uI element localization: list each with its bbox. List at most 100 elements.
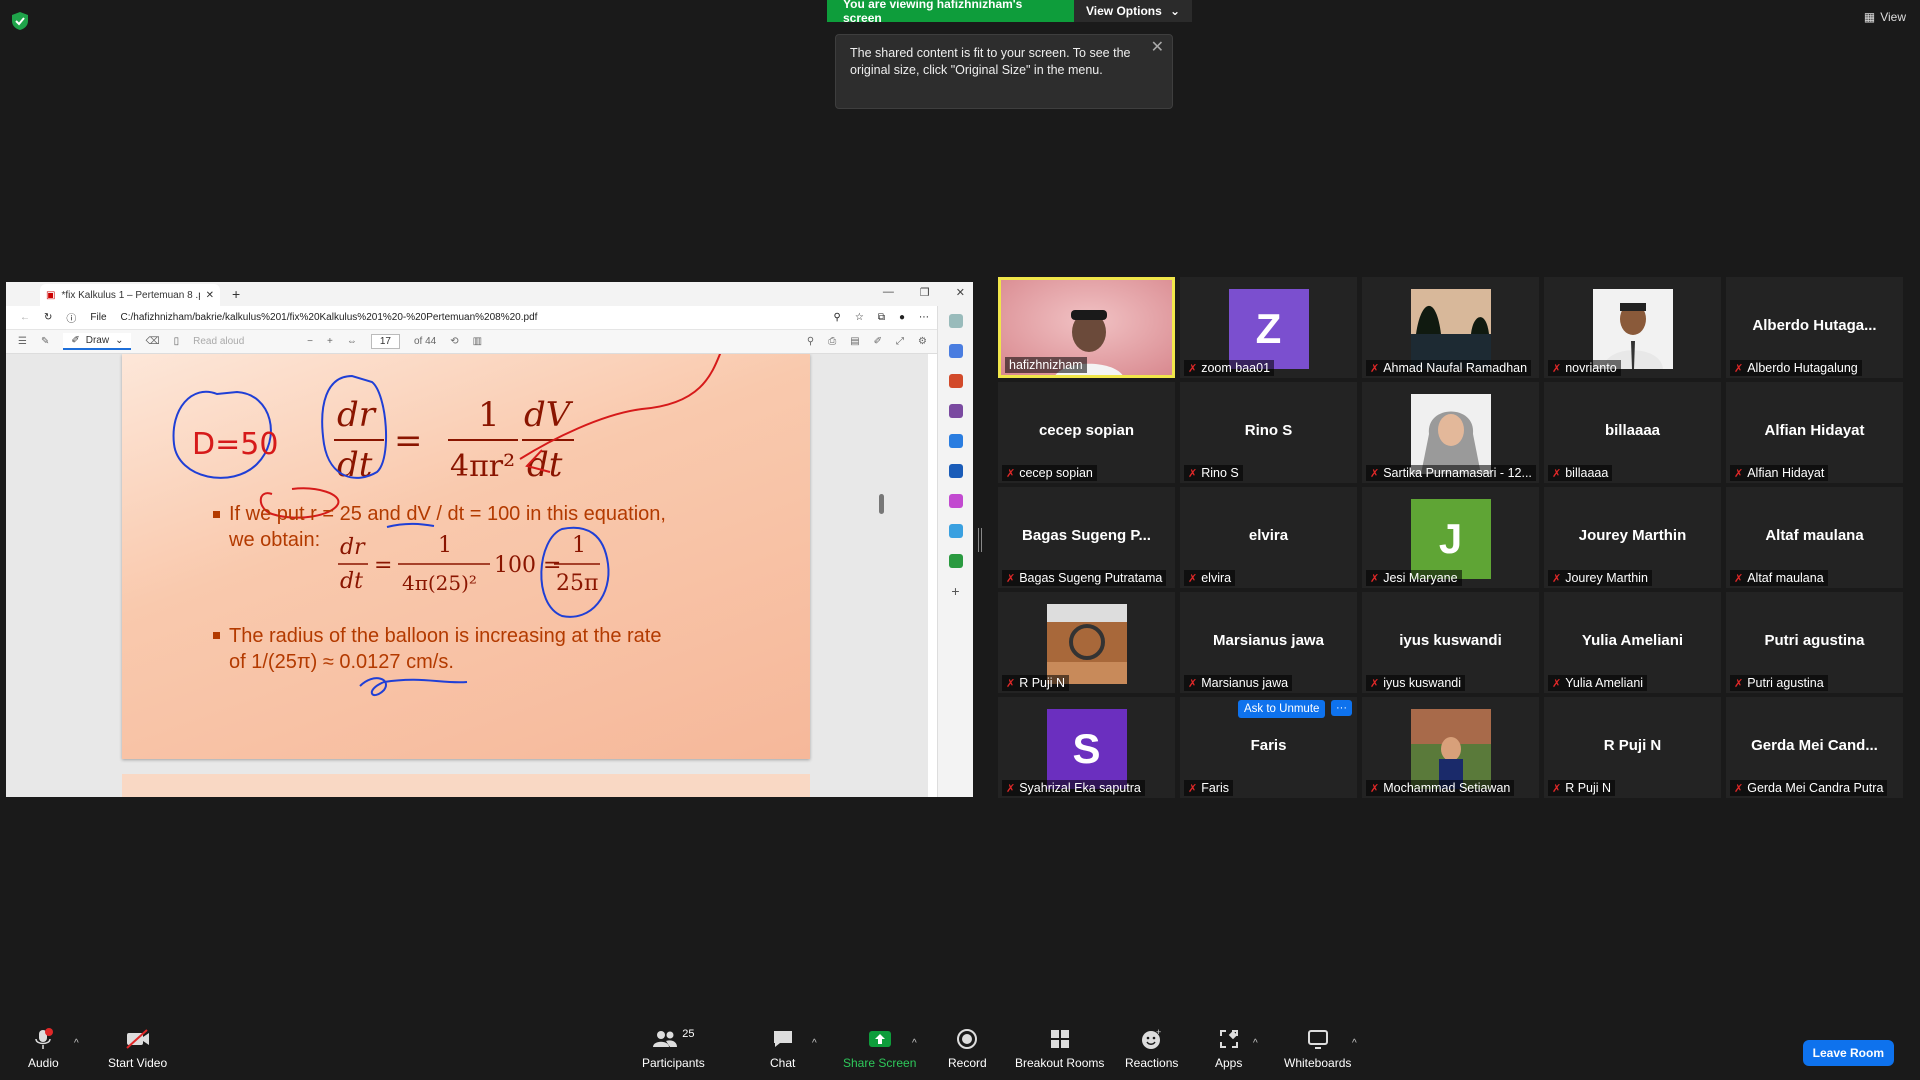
participant-tile[interactable]: J ✗ Jesi Maryane	[1362, 487, 1539, 588]
apps-button[interactable]: Apps	[1215, 1028, 1242, 1070]
leave-room-button[interactable]: Leave Room	[1802, 1040, 1894, 1066]
fullscreen-icon[interactable]: ⤢	[896, 336, 904, 347]
back-icon[interactable]: ←	[20, 312, 30, 323]
participant-tile[interactable]: Jourey Marthin ✗ Jourey Marthin	[1544, 487, 1721, 588]
games-icon[interactable]	[948, 404, 963, 418]
page-number-input[interactable]: 17	[370, 334, 400, 349]
participant-tile[interactable]: hafizhnizham	[998, 277, 1175, 378]
save-as-icon[interactable]: ✐	[874, 336, 882, 347]
participant-tile[interactable]: billaaaa ✗ billaaaa	[1544, 382, 1721, 483]
eraser-icon[interactable]: ⌫	[145, 336, 159, 347]
splitter-handle[interactable]	[978, 528, 982, 552]
audio-caret-icon[interactable]: ^	[74, 1038, 79, 1049]
new-tab-icon[interactable]: +	[232, 286, 240, 302]
more-options-button[interactable]: ···	[1331, 700, 1352, 716]
tree-icon[interactable]	[948, 554, 963, 568]
muted-mic-icon: ✗	[1370, 572, 1380, 585]
participant-tile[interactable]: Yulia Ameliani ✗ Yulia Ameliani	[1544, 592, 1721, 693]
outlook-icon[interactable]	[948, 464, 963, 478]
participant-label: ✗ Jesi Maryane	[1366, 570, 1462, 586]
whiteboards-button[interactable]: Whiteboards	[1284, 1028, 1351, 1070]
scrollbar[interactable]	[879, 494, 884, 514]
share-screen-button[interactable]: Share Screen	[843, 1028, 916, 1070]
zoom-in-icon[interactable]: +	[327, 336, 333, 347]
window-controls: — ❐ ✕	[883, 286, 965, 299]
share-screen-icon	[867, 1028, 893, 1050]
participant-tile[interactable]: cecep sopian ✗ cecep sopian	[998, 382, 1175, 483]
zoom-icon[interactable]: ⚲	[834, 312, 841, 323]
participant-name-display: Marsianus jawa	[1213, 632, 1324, 649]
participant-tile[interactable]: R Puji N ✗ R Puji N	[1544, 697, 1721, 798]
save-icon[interactable]: ▤	[850, 336, 859, 347]
rotate-icon[interactable]: ⟲	[450, 336, 458, 347]
profile-icon[interactable]: ●	[899, 312, 905, 323]
participant-tile[interactable]: Marsianus jawa ✗ Marsianus jawa	[1180, 592, 1357, 693]
search-icon[interactable]	[948, 314, 963, 328]
collections-icon[interactable]: ⧉	[878, 312, 885, 323]
record-button[interactable]: Record	[948, 1028, 987, 1070]
eq2-r-den: 25π	[556, 571, 598, 596]
participants-button[interactable]: 25 Participants	[642, 1028, 705, 1070]
settings-icon[interactable]: ⚙	[918, 336, 927, 347]
read-aloud-button[interactable]: Read aloud	[193, 336, 293, 347]
participant-tile[interactable]: elvira ✗ elvira	[1180, 487, 1357, 588]
print-icon[interactable]: ⎙	[828, 336, 836, 347]
add-icon[interactable]: +	[949, 584, 963, 598]
participant-tile[interactable]: Alfian Hidayat ✗ Alfian Hidayat	[1726, 382, 1903, 483]
minimize-icon[interactable]: —	[883, 286, 894, 299]
close-tab-icon[interactable]: ✕	[206, 290, 214, 301]
search-icon[interactable]: ⚲	[807, 336, 814, 347]
reactions-button[interactable]: + Reactions	[1125, 1028, 1178, 1070]
chat-button[interactable]: Chat	[770, 1028, 795, 1070]
shopping-icon[interactable]	[948, 344, 963, 358]
participant-tile[interactable]: Alberdo Hutaga... ✗ Alberdo Hutagalung	[1726, 277, 1903, 378]
fit-page-icon[interactable]: ⇔	[347, 336, 357, 347]
breakout-rooms-button[interactable]: Breakout Rooms	[1015, 1028, 1104, 1070]
audio-button[interactable]: Audio	[28, 1028, 59, 1070]
participant-tile[interactable]: ✗ Mochammad Setiawan	[1362, 697, 1539, 798]
apps-caret-icon[interactable]: ^	[1253, 1038, 1258, 1049]
ask-to-unmute-button[interactable]: Ask to Unmute	[1238, 700, 1326, 718]
url-field[interactable]: C:/hafizhnizham/bakrie/kalkulus%201/fix%…	[121, 312, 820, 323]
participant-tile[interactable]: Z ✗ zoom baa01	[1180, 277, 1357, 378]
view-button[interactable]: ▦ View	[1864, 10, 1906, 24]
browser-tab[interactable]: ▣ *fix Kalkulus 1 – Pertemuan 8 .pd ✕	[40, 284, 220, 306]
contents-icon[interactable]: ☰	[18, 336, 27, 347]
participant-name-display: Alberdo Hutaga...	[1752, 317, 1877, 334]
participant-tile[interactable]: Putri agustina ✗ Putri agustina	[1726, 592, 1903, 693]
chat-caret-icon[interactable]: ^	[812, 1038, 817, 1049]
share-caret-icon[interactable]: ^	[912, 1038, 917, 1049]
security-shield-icon[interactable]	[12, 12, 28, 30]
whiteboards-caret-icon[interactable]: ^	[1352, 1038, 1357, 1049]
participant-tile[interactable]: ✗ novrianto	[1544, 277, 1721, 378]
refresh-icon[interactable]: ↻	[44, 312, 52, 323]
close-window-icon[interactable]: ✕	[956, 286, 965, 299]
tools-icon[interactable]	[948, 374, 963, 388]
highlight-icon[interactable]: ✎	[41, 336, 49, 347]
maximize-icon[interactable]: ❐	[920, 286, 930, 299]
participant-tile[interactable]: Rino S ✗ Rino S	[1180, 382, 1357, 483]
participant-photo	[1410, 709, 1491, 789]
designer-icon[interactable]	[948, 494, 963, 508]
zoom-out-icon[interactable]: −	[307, 336, 313, 347]
participant-tile[interactable]: Faris Ask to Unmute ··· ✗ Faris	[1180, 697, 1357, 798]
send-icon[interactable]	[948, 524, 963, 538]
participant-tile[interactable]: Gerda Mei Cand... ✗ Gerda Mei Candra Putra	[1726, 697, 1903, 798]
favorites-icon[interactable]: ☆	[855, 312, 864, 323]
participant-tile[interactable]: Bagas Sugeng P... ✗ Bagas Sugeng Putratama	[998, 487, 1175, 588]
office-icon[interactable]	[948, 434, 963, 448]
participant-tile[interactable]: ✗ Ahmad Naufal Ramadhan	[1362, 277, 1539, 378]
participant-tile[interactable]: Altaf maulana ✗ Altaf maulana	[1726, 487, 1903, 588]
draw-button[interactable]: ✐ Draw ⌄	[63, 333, 132, 350]
start-video-button[interactable]: Start Video	[108, 1028, 167, 1070]
view-options-button[interactable]: View Options ⌄	[1074, 0, 1192, 22]
close-icon[interactable]: ✕	[1151, 39, 1164, 56]
participant-tile[interactable]: ✗ Sartika Purnamasari - 12...	[1362, 382, 1539, 483]
pdf-viewer[interactable]: dr dt = 1 4πr² dV dt D=50 If we put r = …	[6, 354, 928, 797]
two-page-icon[interactable]: ▥	[473, 336, 482, 347]
participant-tile[interactable]: iyus kuswandi ✗ iyus kuswandi	[1362, 592, 1539, 693]
more-icon[interactable]: ⋯	[919, 312, 929, 323]
participant-tile[interactable]: S ✗ Syahrizal Eka saputra	[998, 697, 1175, 798]
page-view-icon[interactable]: ▯	[174, 336, 180, 347]
participant-tile[interactable]: ✗ R Puji N	[998, 592, 1175, 693]
